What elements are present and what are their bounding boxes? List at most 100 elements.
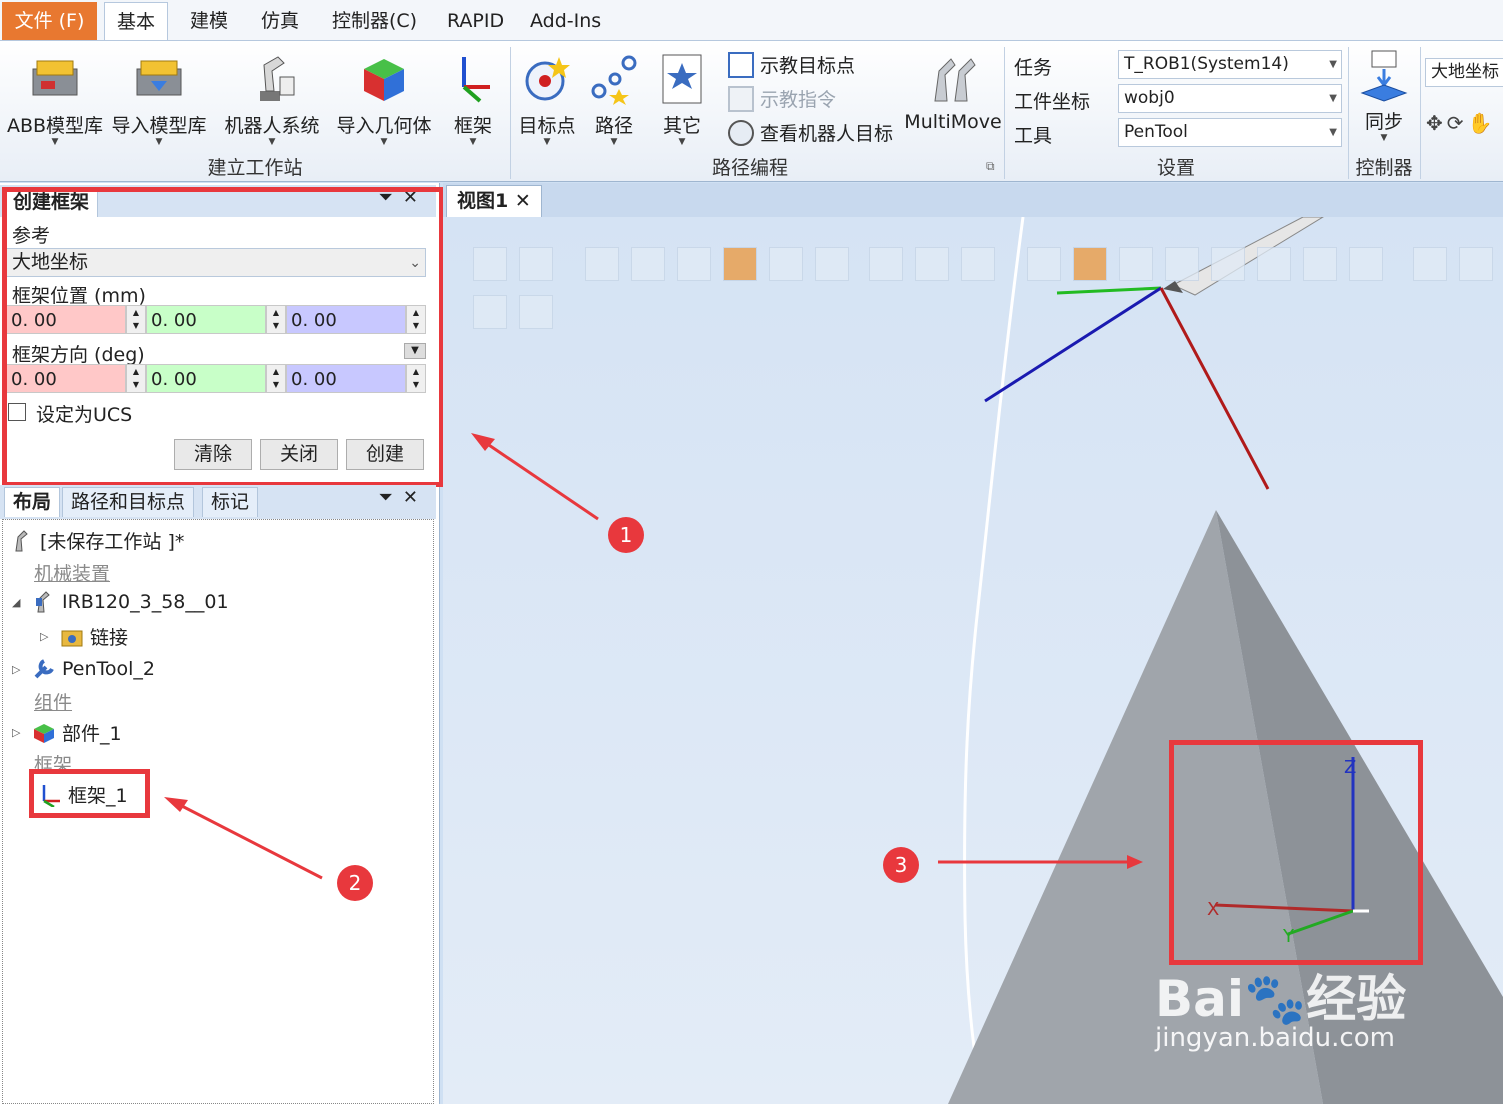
tab-paths-targets[interactable]: 路径和目标点: [62, 487, 195, 517]
tab-modeling[interactable]: 建模: [178, 2, 240, 40]
path-label: 路径: [594, 115, 633, 137]
multimove-button[interactable]: MultiMove: [904, 51, 1002, 133]
separator: [1420, 47, 1421, 179]
frame-axes-icon: [450, 51, 496, 107]
part-label: 部件_1: [62, 723, 122, 745]
menu-bar: 文件 (F) 基本 建模 仿真 控制器(C) RAPID Add-Ins: [0, 0, 1503, 42]
freehand-tools[interactable]: ✥⟳✋: [1426, 111, 1496, 135]
teach-instruction-icon: [728, 85, 754, 112]
abb-library-button[interactable]: ABB模型库 ▼: [6, 51, 104, 147]
3d-viewport[interactable]: 视图1 ✕ Z X Y 1 3 Bai🐾经验 jingyan.baidu.com: [443, 183, 1503, 1104]
import-geometry-label: 导入几何体: [336, 115, 432, 137]
sync-label: 同步: [1364, 111, 1403, 133]
tab-controller[interactable]: 控制器(C): [320, 2, 429, 40]
import-library-button[interactable]: 导入模型库 ▼: [108, 51, 210, 147]
import-library-icon: [131, 51, 187, 107]
teach-instruction-button[interactable]: 示教指令: [728, 85, 836, 112]
target-button[interactable]: 目标点 ▼: [514, 51, 580, 147]
tab-layout[interactable]: 布局: [4, 487, 61, 517]
abb-library-label: ABB模型库: [6, 115, 104, 137]
file-menu[interactable]: 文件 (F): [2, 2, 97, 40]
tool-select[interactable]: PenTool ▼: [1118, 118, 1342, 147]
task-select[interactable]: T_ROB1(System14) ▼: [1118, 50, 1342, 79]
tab-basic[interactable]: 基本: [104, 2, 169, 42]
target-label: 目标点: [518, 115, 576, 137]
teach-target-button[interactable]: 示教目标点: [728, 51, 855, 78]
robot-icon: [244, 51, 300, 107]
task-label: 任务: [1014, 57, 1053, 79]
watermark-brand: Bai: [1155, 970, 1244, 1028]
document-star-icon: [657, 51, 707, 107]
annotation-badge-2: 2: [337, 865, 373, 901]
path-button[interactable]: 路径 ▼: [588, 51, 640, 147]
cube-icon: [356, 51, 412, 107]
arrow-1: [482, 439, 599, 521]
path-icon: [589, 51, 639, 107]
close-icon[interactable]: ✕: [403, 487, 428, 508]
frame-label: 框架: [453, 115, 492, 137]
frame-button[interactable]: 框架 ▼: [448, 51, 498, 147]
links-label: 链接: [90, 627, 129, 649]
part-cube-icon: [32, 721, 56, 745]
tool-value: PenTool: [1124, 122, 1188, 142]
collapsed-arrow-icon[interactable]: ▷: [40, 630, 54, 643]
import-library-label: 导入模型库: [111, 115, 207, 137]
teach-target-label: 示教目标点: [760, 55, 856, 77]
watermark-url: jingyan.baidu.com: [1155, 1023, 1395, 1053]
annotation-badge-3: 3: [883, 847, 919, 883]
tab-rapid[interactable]: RAPID: [435, 2, 516, 40]
sync-button[interactable]: 同步 ▼: [1352, 47, 1416, 143]
tab-simulation[interactable]: 仿真: [249, 2, 311, 40]
paw-icon: 🐾: [1244, 970, 1307, 1028]
workobj-label: 工件坐标: [1014, 91, 1091, 113]
group-path-programming: 路径编程: [711, 157, 788, 179]
group-controller: 控制器: [1355, 157, 1413, 179]
mechanisms-header: 机械装置: [34, 563, 111, 585]
expanded-arrow-icon[interactable]: ◢: [12, 596, 26, 609]
move-icon[interactable]: ✥: [1426, 111, 1447, 135]
view-target-icon: [728, 119, 754, 146]
ribbon: ABB模型库 ▼ 导入模型库 ▼ 机器人系统 ▼ 导入几何体 ▼ 框架 ▼ 建立…: [0, 40, 1503, 182]
tree-part[interactable]: ▷ 部件_1: [12, 719, 122, 746]
tree-links[interactable]: ▷ 链接: [40, 623, 128, 650]
target-icon: [519, 51, 575, 107]
import-geometry-button[interactable]: 导入几何体 ▼: [332, 51, 436, 147]
workobj-select[interactable]: wobj0 ▼: [1118, 84, 1342, 113]
teach-target-icon: [728, 51, 754, 78]
other-button[interactable]: 其它 ▼: [656, 51, 708, 147]
collapsed-arrow-icon[interactable]: ▷: [12, 726, 26, 739]
tree-tool[interactable]: ▷ PenTool_2: [12, 657, 155, 681]
left-panel: 创建框架 ⏷✕ 参考 大地坐标 ⌄ 框架位置 (mm) 0. 00 ▲ ▼ 0. 0…: [0, 183, 444, 1104]
layout-titlebar: 布局 路径和目标点 标记 ⏷✕: [0, 485, 436, 519]
group-build-station: 建立工作站: [207, 157, 303, 179]
tool-label: 工具: [1014, 125, 1053, 147]
chevron-down-icon: ▼: [1329, 127, 1337, 138]
station-robot-icon: [10, 529, 34, 553]
watermark-logo: Bai🐾经验: [1155, 959, 1406, 1031]
dialog-launcher-icon[interactable]: ⧉: [986, 159, 995, 174]
library-icon: [27, 51, 83, 107]
pin-icon[interactable]: ⏷: [379, 487, 403, 508]
watermark-brand2: 经验: [1306, 970, 1407, 1028]
multimove-label: MultiMove: [904, 111, 1002, 133]
tree-station[interactable]: [未保存工作站 ]*: [10, 527, 184, 554]
robot-system-button[interactable]: 机器人系统 ▼: [220, 51, 324, 147]
task-value: T_ROB1(System14): [1124, 54, 1289, 74]
tab-tags[interactable]: 标记: [202, 487, 259, 517]
robot-icon: [32, 590, 56, 614]
group-settings: 设置: [1156, 157, 1195, 179]
tab-addins[interactable]: Add-Ins: [518, 2, 613, 40]
collapsed-arrow-icon[interactable]: ▷: [12, 663, 26, 676]
highlight-box-2: [29, 769, 150, 818]
tool-label: PenTool_2: [62, 658, 156, 680]
panel-controls: ⏷✕: [379, 487, 429, 508]
view-robot-target-button[interactable]: 查看机器人目标: [728, 119, 893, 146]
tree-robot[interactable]: ◢ IRB120_3_58__01: [12, 590, 229, 614]
world-frame-select[interactable]: 大地坐标: [1425, 58, 1503, 87]
rotate-icon[interactable]: ⟳: [1447, 111, 1468, 135]
other-label: 其它: [662, 115, 701, 137]
sync-icon: [1356, 47, 1412, 103]
station-label: [未保存工作站 ]*: [40, 531, 185, 553]
hand-icon[interactable]: ✋: [1468, 111, 1497, 135]
view-robot-target-label: 查看机器人目标: [760, 123, 894, 145]
